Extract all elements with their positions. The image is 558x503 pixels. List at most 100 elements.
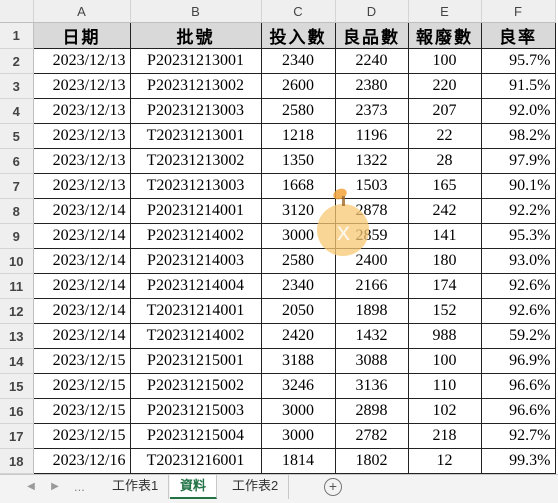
column-header-f[interactable]: F (481, 0, 556, 23)
row-header-16[interactable]: 16 (0, 398, 34, 424)
cell[interactable]: 2240 (334, 48, 409, 74)
header-cell[interactable]: 投入數 (260, 22, 336, 49)
cell[interactable]: 2580 (260, 248, 336, 274)
cell[interactable]: 2580 (260, 98, 336, 124)
cell[interactable]: 59.2% (480, 323, 556, 349)
cell[interactable]: 1814 (260, 448, 336, 474)
spreadsheet-grid[interactable]: ABCDEF 1 日期 批號 投入數 良品數 報廢數 良率 2 2023/12/13 P20231… (0, 0, 558, 474)
cell[interactable]: 90.1% (480, 173, 556, 199)
row-header-6[interactable]: 6 (0, 148, 34, 174)
cell[interactable]: 2400 (334, 248, 409, 274)
cell[interactable]: 3000 (260, 423, 336, 449)
cell[interactable]: 2023/12/15 (32, 423, 131, 449)
cell[interactable]: 100 (407, 348, 482, 374)
cell[interactable]: 2340 (260, 273, 336, 299)
cell[interactable]: T20231213002 (129, 148, 262, 174)
cell[interactable]: 102 (407, 398, 482, 424)
cell[interactable]: 3000 (260, 223, 336, 249)
header-cell[interactable]: 日期 (32, 22, 131, 49)
cell[interactable]: 3088 (334, 348, 409, 374)
column-header-b[interactable]: B (130, 0, 262, 23)
cell[interactable]: 92.0% (480, 98, 556, 124)
cell[interactable]: 988 (407, 323, 482, 349)
cell[interactable]: 92.2% (480, 198, 556, 224)
cell[interactable]: P20231215003 (129, 398, 262, 424)
cell[interactable]: 1322 (334, 148, 409, 174)
cell[interactable]: P20231214004 (129, 273, 262, 299)
cell[interactable]: P20231213003 (129, 98, 262, 124)
tab-data[interactable]: 資料 (170, 475, 218, 499)
cell[interactable]: 92.6% (480, 298, 556, 324)
column-header-a[interactable]: A (33, 0, 131, 23)
cell[interactable]: 2023/12/14 (32, 273, 131, 299)
cell[interactable]: 2023/12/15 (32, 348, 131, 374)
cell[interactable]: 100 (407, 48, 482, 74)
cell[interactable]: 3246 (260, 373, 336, 399)
cell[interactable]: P20231215002 (129, 373, 262, 399)
cell[interactable]: P20231214001 (129, 198, 262, 224)
tab-sheet2[interactable]: 工作表2 (222, 475, 290, 499)
cell[interactable]: P20231214002 (129, 223, 262, 249)
cell[interactable]: 2859 (334, 223, 409, 249)
cell[interactable]: 174 (407, 273, 482, 299)
header-cell[interactable]: 良率 (480, 22, 556, 49)
cell[interactable]: 242 (407, 198, 482, 224)
row-header-5[interactable]: 5 (0, 123, 34, 149)
row-header-17[interactable]: 17 (0, 423, 34, 449)
column-header-d[interactable]: D (335, 0, 409, 23)
cell[interactable]: 91.5% (480, 73, 556, 99)
cell[interactable]: 2023/12/16 (32, 448, 131, 474)
cell[interactable]: 99.3% (480, 448, 556, 474)
cell[interactable]: 2023/12/13 (32, 48, 131, 74)
row-header-9[interactable]: 9 (0, 223, 34, 249)
cell[interactable]: 98.2% (480, 123, 556, 149)
tab-next-icon[interactable]: ▶ (48, 481, 62, 492)
row-header-8[interactable]: 8 (0, 198, 34, 224)
tab-sheet1[interactable]: 工作表1 (102, 475, 170, 499)
cell[interactable]: T20231214002 (129, 323, 262, 349)
cell[interactable]: T20231213003 (129, 173, 262, 199)
cell[interactable]: 12 (407, 448, 482, 474)
cell[interactable]: P20231215001 (129, 348, 262, 374)
cell[interactable]: 3136 (334, 373, 409, 399)
row-header-1[interactable]: 1 (0, 22, 34, 49)
header-cell[interactable]: 良品數 (334, 22, 409, 49)
cell[interactable]: P20231213002 (129, 73, 262, 99)
cell[interactable]: 2023/12/15 (32, 398, 131, 424)
cell[interactable]: 2023/12/13 (32, 73, 131, 99)
row-header-10[interactable]: 10 (0, 248, 34, 274)
cell[interactable]: 96.6% (480, 373, 556, 399)
cell[interactable]: 2340 (260, 48, 336, 74)
cell[interactable]: 1802 (334, 448, 409, 474)
cell[interactable]: 2023/12/14 (32, 298, 131, 324)
header-cell[interactable]: 報廢數 (407, 22, 482, 49)
cell[interactable]: 2878 (334, 198, 409, 224)
cell[interactable]: 2023/12/14 (32, 248, 131, 274)
cell[interactable]: 28 (407, 148, 482, 174)
cell[interactable]: 95.7% (480, 48, 556, 74)
cell[interactable]: 22 (407, 123, 482, 149)
cell[interactable]: 97.9% (480, 148, 556, 174)
cell[interactable]: 1196 (334, 123, 409, 149)
tab-more-icon[interactable]: ... (74, 479, 85, 494)
header-cell[interactable]: 批號 (129, 22, 262, 49)
column-header-c[interactable]: C (261, 0, 336, 23)
add-sheet-icon[interactable]: + (324, 478, 342, 496)
cell[interactable]: 2373 (334, 98, 409, 124)
cell[interactable]: T20231213001 (129, 123, 262, 149)
row-header-13[interactable]: 13 (0, 323, 34, 349)
cell[interactable]: 95.3% (480, 223, 556, 249)
cell[interactable]: T20231214001 (129, 298, 262, 324)
cell[interactable]: 96.9% (480, 348, 556, 374)
row-header-12[interactable]: 12 (0, 298, 34, 324)
cell[interactable]: 180 (407, 248, 482, 274)
cell[interactable]: 218 (407, 423, 482, 449)
row-header-7[interactable]: 7 (0, 173, 34, 199)
cell[interactable]: 2420 (260, 323, 336, 349)
cell[interactable]: 96.6% (480, 398, 556, 424)
cell[interactable]: 92.6% (480, 273, 556, 299)
cell[interactable]: 2023/12/13 (32, 123, 131, 149)
cell[interactable]: 2023/12/14 (32, 198, 131, 224)
row-header-11[interactable]: 11 (0, 273, 34, 299)
cell[interactable]: 3000 (260, 398, 336, 424)
